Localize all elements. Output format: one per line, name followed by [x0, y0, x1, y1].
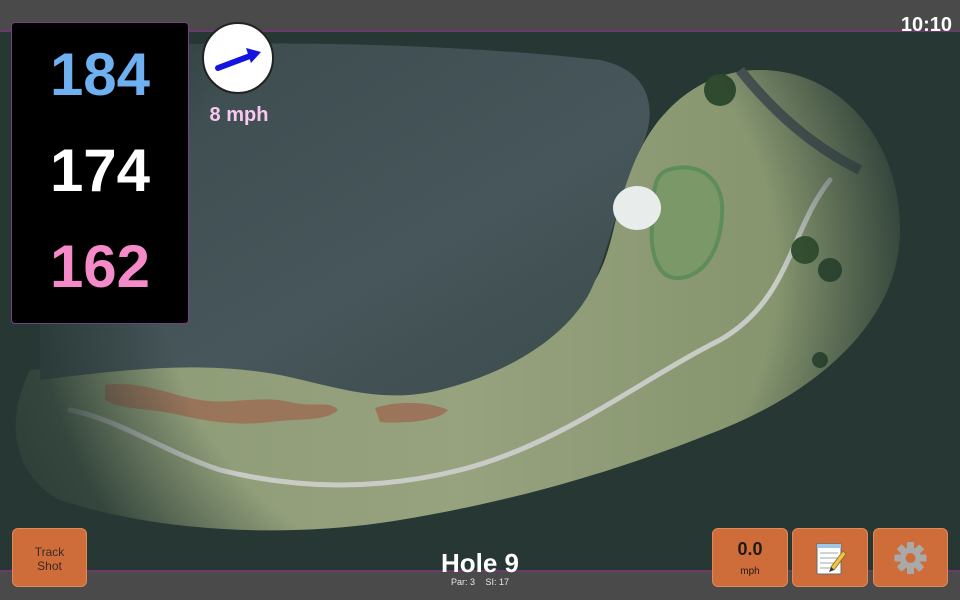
- speed-unit: mph: [740, 566, 760, 577]
- app-screen: 10:10 184 174 162 8 mph Track Shot Hole …: [0, 0, 960, 600]
- track-shot-label-line2: Shot: [37, 559, 62, 573]
- gear-icon: [894, 542, 927, 574]
- arrow-icon: [215, 48, 261, 71]
- track-shot-label-line1: Track: [34, 545, 65, 559]
- par-label: Par: 3: [450, 577, 475, 587]
- track-shot-button[interactable]: Track Shot: [12, 528, 87, 587]
- notes-button[interactable]: [792, 528, 868, 587]
- distance-back: 184: [49, 41, 151, 108]
- wind-speed: 8 mph: [209, 104, 269, 126]
- hole-title: Hole 9: [440, 548, 520, 578]
- settings-button[interactable]: [873, 528, 948, 587]
- clock-time: 10:10: [900, 14, 952, 36]
- notepad-icon: [816, 543, 847, 575]
- distance-middle: 174: [49, 137, 151, 204]
- speed-value: 0.0: [737, 539, 763, 559]
- distance-panel: 184 174 162: [11, 22, 189, 324]
- speed-button[interactable]: 0.0 mph: [712, 528, 788, 587]
- hole-info: Par: 3 SI: 17: [380, 577, 580, 587]
- wind-direction-indicator: [202, 22, 274, 94]
- distance-front: 162: [49, 233, 151, 300]
- stroke-index-label: SI: 17: [485, 577, 510, 587]
